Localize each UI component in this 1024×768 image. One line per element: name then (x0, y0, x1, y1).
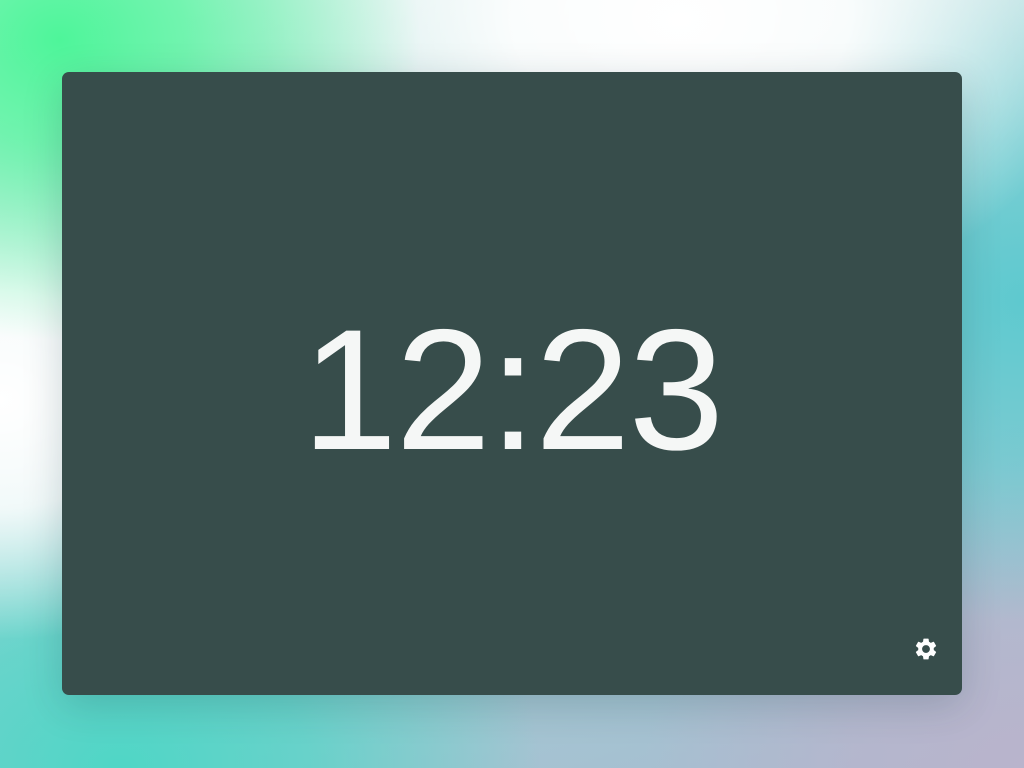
settings-button[interactable] (911, 634, 941, 664)
gear-icon (913, 636, 939, 662)
clock-window: 12:23 (62, 72, 962, 695)
time-display: 12:23 (301, 294, 724, 486)
